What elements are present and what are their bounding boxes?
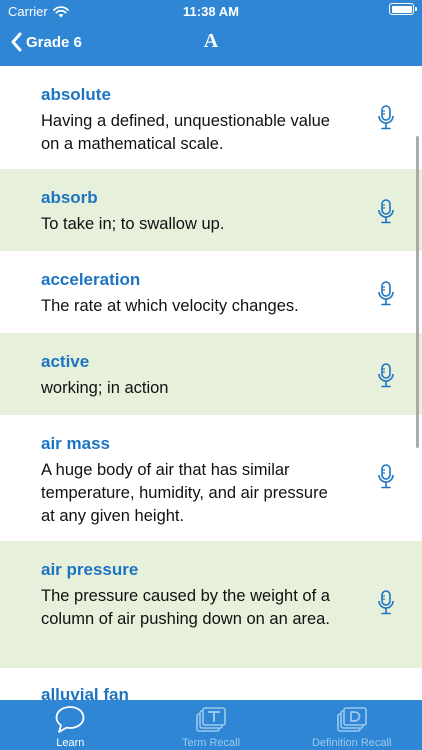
term-cards-icon — [196, 707, 226, 732]
definition: To take in; to swallow up. — [41, 215, 225, 233]
microphone-icon[interactable] — [377, 464, 395, 490]
definition: Having a defined, unquestionable value o… — [41, 112, 330, 153]
term: absorb — [41, 188, 98, 207]
list-item[interactable]: absorb To take in; to swallow up. — [0, 169, 422, 251]
term: air pressure — [41, 560, 139, 579]
microphone-icon[interactable] — [377, 281, 395, 307]
word-list[interactable]: absolute Having a defined, unquestionabl… — [0, 66, 422, 700]
tab-label: Definition Recall — [311, 737, 392, 749]
list-item[interactable]: alluvial fan — [0, 668, 422, 700]
chat-bubble-icon — [55, 706, 85, 733]
tab-definition-recall[interactable]: Definition Recall — [281, 700, 422, 750]
definition-cards-icon — [336, 707, 367, 732]
microphone-icon[interactable] — [377, 105, 395, 131]
status-bar: Carrier 11:38 AM — [0, 0, 422, 22]
tab-label: Learn — [56, 737, 85, 749]
list-item[interactable]: active working; in action — [0, 333, 422, 415]
term: air mass — [41, 434, 110, 453]
header: Carrier 11:38 AM Grade 6 A — [0, 0, 422, 66]
term: active — [41, 352, 90, 371]
term: acceleration — [41, 270, 141, 289]
definition: working; in action — [41, 379, 169, 397]
microphone-icon[interactable] — [377, 590, 395, 616]
microphone-icon[interactable] — [377, 199, 395, 225]
nav-bar: Grade 6 A — [0, 22, 422, 66]
scrollbar[interactable] — [416, 136, 419, 448]
list-item[interactable]: air mass A huge body of air that has sim… — [0, 415, 422, 541]
definition: The rate at which velocity changes. — [41, 297, 299, 315]
term: alluvial fan — [41, 685, 129, 700]
page-title: A — [203, 30, 219, 52]
tab-bar: Learn Term Recall Definition Recall — [0, 700, 422, 750]
battery-icon — [389, 3, 417, 15]
status-time: 11:38 AM — [183, 4, 239, 19]
microphone-icon[interactable] — [377, 363, 395, 389]
definition: The pressure caused by the weight of a c… — [41, 587, 330, 628]
list-item[interactable]: air pressure The pressure caused by the … — [0, 541, 422, 668]
tab-label: Term Recall — [181, 737, 241, 749]
list-item[interactable]: acceleration The rate at which velocity … — [0, 251, 422, 333]
term: absolute — [41, 85, 111, 104]
tab-learn[interactable]: Learn — [0, 700, 141, 750]
list-item[interactable]: absolute Having a defined, unquestionabl… — [0, 66, 422, 153]
definition: A huge body of air that has similar temp… — [41, 461, 328, 525]
tab-term-recall[interactable]: Term Recall — [141, 700, 282, 750]
